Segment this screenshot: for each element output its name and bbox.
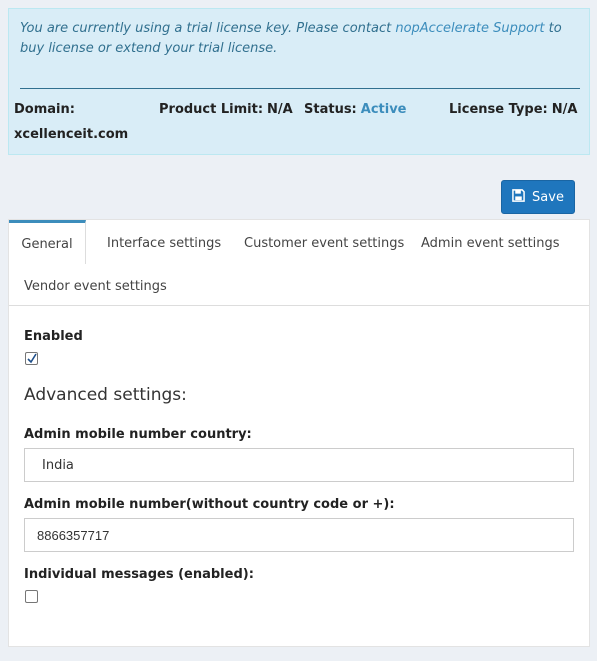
country-select[interactable]: India bbox=[24, 448, 574, 482]
settings-panel: General Interface settings Customer even… bbox=[8, 219, 590, 647]
license-info-box: You are currently using a trial license … bbox=[8, 8, 590, 155]
license-status: Status: Active bbox=[304, 102, 407, 117]
enabled-label: Enabled bbox=[24, 329, 83, 344]
tab-admin-event-settings[interactable]: Admin event settings bbox=[421, 236, 560, 251]
trial-license-message: You are currently using a trial license … bbox=[20, 21, 562, 56]
individual-messages-checkbox[interactable] bbox=[25, 590, 38, 603]
status-badge: Active bbox=[360, 102, 407, 117]
license-type: License Type: N/A bbox=[449, 102, 578, 117]
mobile-number-label: Admin mobile number(without country code… bbox=[24, 497, 395, 512]
tab-general[interactable]: General bbox=[9, 220, 86, 264]
tab-interface-settings[interactable]: Interface settings bbox=[107, 236, 221, 251]
support-link[interactable]: nopAccelerate Support bbox=[395, 21, 544, 36]
domain-value: xcellenceit.com bbox=[14, 127, 129, 142]
tab-bar: General Interface settings Customer even… bbox=[9, 220, 589, 306]
save-button[interactable]: Save bbox=[501, 180, 575, 214]
mobile-number-input[interactable]: 8866357717 bbox=[24, 518, 574, 552]
divider bbox=[20, 88, 580, 89]
floppy-disk-icon bbox=[512, 188, 525, 206]
product-limit: Product Limit: N/A bbox=[159, 102, 293, 117]
tab-vendor-event-settings[interactable]: Vendor event settings bbox=[24, 279, 167, 294]
advanced-settings-heading: Advanced settings: bbox=[24, 385, 187, 405]
tab-customer-event-settings[interactable]: Customer event settings bbox=[244, 236, 404, 251]
country-label: Admin mobile number country: bbox=[24, 427, 252, 442]
enabled-checkbox[interactable] bbox=[25, 352, 38, 365]
checkmark-icon bbox=[27, 353, 37, 364]
domain-label: Domain: bbox=[14, 102, 75, 117]
individual-messages-label: Individual messages (enabled): bbox=[24, 567, 254, 582]
